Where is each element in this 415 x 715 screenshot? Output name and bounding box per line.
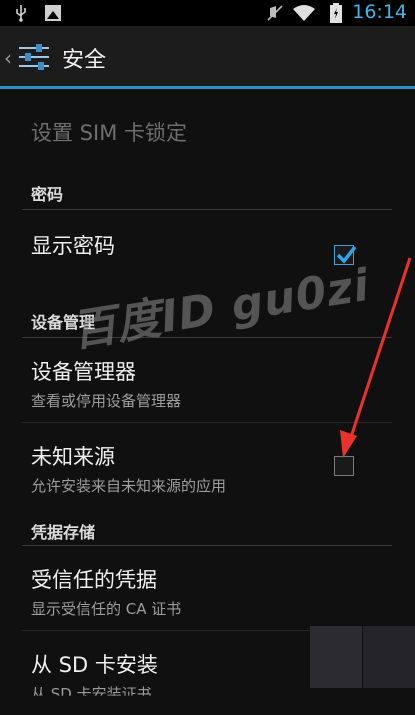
annotation-arrow-icon	[340, 257, 412, 458]
